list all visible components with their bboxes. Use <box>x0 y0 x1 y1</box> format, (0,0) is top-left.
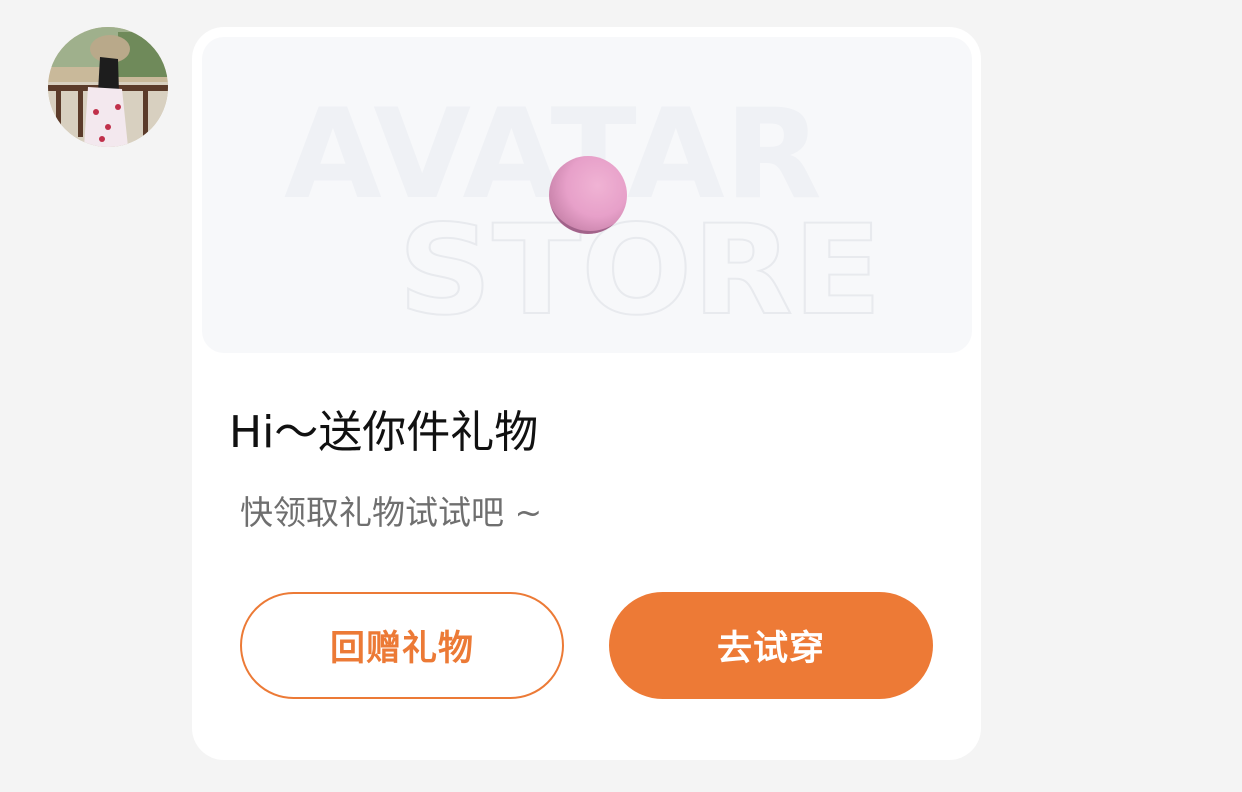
gift-card: AVATAR STORE Hi～送你件礼物 快领取礼物试试吧 ~ 回赠礼物 去试… <box>192 27 981 760</box>
gift-subtitle: 快领取礼物试试吧 ~ <box>240 493 543 532</box>
avatar-photo <box>48 27 168 147</box>
sender-avatar[interactable] <box>48 27 168 147</box>
banner-watermark-store: STORE <box>398 199 882 343</box>
try-on-button[interactable]: 去试穿 <box>609 592 933 699</box>
gift-ball-icon <box>549 156 627 234</box>
return-gift-button[interactable]: 回赠礼物 <box>240 592 564 699</box>
gift-banner[interactable]: AVATAR STORE <box>202 37 972 353</box>
gift-title: Hi～送你件礼物 <box>229 407 539 458</box>
